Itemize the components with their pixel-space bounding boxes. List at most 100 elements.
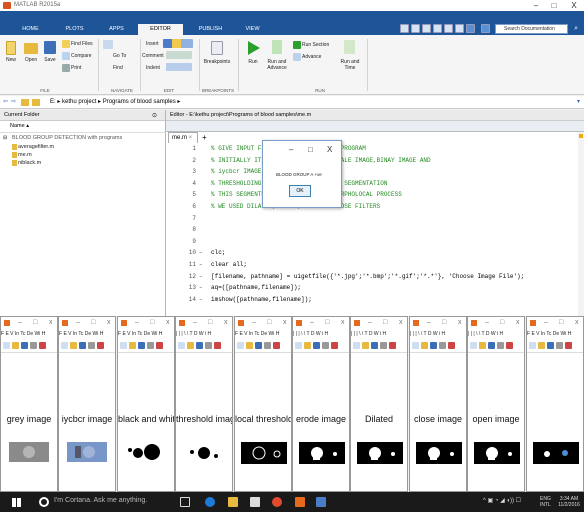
figure-menubar[interactable]: | | | \ \ T D W i H bbox=[468, 331, 524, 340]
up-folder-icon[interactable] bbox=[21, 99, 29, 106]
list-item[interactable]: me.m bbox=[18, 152, 32, 158]
run-button[interactable]: Run bbox=[243, 59, 263, 65]
search-documentation-input[interactable]: Search Documentation bbox=[495, 24, 568, 34]
line-number[interactable]: 1 bbox=[166, 143, 196, 154]
save-figure-icon[interactable] bbox=[430, 342, 437, 349]
figure-maximize-button[interactable]: □ bbox=[208, 319, 212, 326]
figure-close-button[interactable]: x bbox=[107, 319, 111, 326]
figure-menubar[interactable]: | | | \ \ T D W i H bbox=[176, 331, 232, 340]
file-explorer-icon[interactable] bbox=[228, 497, 238, 507]
new-figure-icon[interactable] bbox=[353, 342, 360, 349]
line-number[interactable]: 10 bbox=[166, 247, 196, 258]
run-and-time-button[interactable]: Run and Time bbox=[338, 59, 362, 71]
figure-minimize-button[interactable]: – bbox=[193, 319, 197, 326]
new-figure-icon[interactable] bbox=[3, 342, 10, 349]
figure-minimize-button[interactable]: – bbox=[135, 319, 139, 326]
edit-plot-icon[interactable] bbox=[97, 342, 104, 349]
indent-button[interactable]: Indent bbox=[146, 65, 160, 71]
figure-minimize-button[interactable]: – bbox=[368, 319, 372, 326]
figure-close-button[interactable]: x bbox=[516, 319, 520, 326]
line-number[interactable]: 14 bbox=[166, 294, 196, 305]
forward-arrow-icon[interactable]: ⇨ bbox=[11, 96, 16, 109]
help-icon[interactable] bbox=[481, 24, 490, 33]
maximize-window-button[interactable]: □ bbox=[546, 0, 562, 11]
save-button[interactable]: Save bbox=[41, 57, 59, 63]
figure-maximize-button[interactable]: □ bbox=[91, 319, 95, 326]
cut-quick-icon[interactable] bbox=[411, 24, 420, 33]
line-number[interactable]: 4 bbox=[166, 178, 196, 189]
save-figure-icon[interactable] bbox=[255, 342, 262, 349]
figure-menubar[interactable]: F E V In Tc De Wi H bbox=[59, 331, 115, 340]
cortana-icon[interactable] bbox=[39, 497, 49, 507]
figure-close-button[interactable]: x bbox=[166, 319, 170, 326]
save-figure-icon[interactable] bbox=[138, 342, 145, 349]
figure-maximize-button[interactable]: □ bbox=[500, 319, 504, 326]
figure-minimize-button[interactable]: – bbox=[427, 319, 431, 326]
figure-window[interactable]: – □ x F E V In Tc De Wi H iycbcr image bbox=[58, 316, 116, 492]
figure-minimize-button[interactable]: – bbox=[544, 319, 548, 326]
print-figure-icon[interactable] bbox=[497, 342, 504, 349]
code-line[interactable]: 7 bbox=[166, 213, 584, 224]
figure-maximize-button[interactable]: □ bbox=[383, 319, 387, 326]
figure-window[interactable]: – □ x | | | \ \ T D W i H close image bbox=[409, 316, 467, 492]
tab-editor[interactable]: EDITOR bbox=[138, 24, 183, 35]
code-line[interactable]: 10– clc; bbox=[166, 247, 584, 258]
list-item[interactable]: niblack.m bbox=[18, 160, 41, 166]
save-figure-icon[interactable] bbox=[371, 342, 378, 349]
search-icon[interactable]: ⌕ bbox=[574, 25, 578, 33]
open-figure-icon[interactable] bbox=[362, 342, 369, 349]
save-figure-icon[interactable] bbox=[21, 342, 28, 349]
figure-maximize-button[interactable]: □ bbox=[267, 319, 271, 326]
new-figure-icon[interactable] bbox=[295, 342, 302, 349]
code-line[interactable]: 2% INITIALLY IT CONVERTS INTO GREY SCALE… bbox=[166, 155, 584, 166]
open-button[interactable]: Open bbox=[22, 57, 40, 63]
figure-menubar[interactable]: | | | \ \ T D W i H bbox=[293, 331, 349, 340]
redo-quick-icon[interactable] bbox=[455, 24, 464, 33]
chrome-icon[interactable] bbox=[272, 497, 282, 507]
figure-window[interactable]: – □ x F E V In Tc De Wi H grey image bbox=[0, 316, 58, 492]
figure-close-button[interactable]: x bbox=[283, 319, 287, 326]
scrollbar[interactable] bbox=[578, 132, 584, 316]
comment-button[interactable]: Comment bbox=[142, 53, 164, 59]
minimize-window-button[interactable]: – bbox=[528, 0, 544, 11]
code-line[interactable]: 3 % iycbcr IMAGE bbox=[166, 166, 584, 177]
tab-plots[interactable]: PLOTS bbox=[52, 24, 97, 35]
line-number[interactable]: 9 bbox=[166, 236, 196, 247]
name-column-header[interactable]: Name ▴ bbox=[10, 123, 29, 129]
warning-indicator[interactable] bbox=[579, 134, 583, 138]
print-figure-icon[interactable] bbox=[322, 342, 329, 349]
open-figure-icon[interactable] bbox=[129, 342, 136, 349]
store-icon[interactable] bbox=[250, 497, 260, 507]
open-figure-icon[interactable] bbox=[12, 342, 19, 349]
figure-window[interactable]: – □ x F E V In Tc De Wi H local threshold im… bbox=[234, 316, 292, 492]
back-arrow-icon[interactable]: ⇦ bbox=[3, 96, 8, 109]
new-figure-icon[interactable] bbox=[412, 342, 419, 349]
clock[interactable]: 3:34 AM 11/2/2016 bbox=[556, 496, 582, 508]
figure-maximize-button[interactable]: □ bbox=[325, 319, 329, 326]
address-dropdown-icon[interactable]: ▾ bbox=[577, 96, 580, 109]
figure-menubar[interactable]: F E V In Tc De Wi H bbox=[118, 331, 174, 340]
task-view-icon[interactable] bbox=[180, 497, 190, 507]
code-line[interactable]: 14– imshow([pathname,filename]); bbox=[166, 294, 584, 305]
code-line[interactable]: 9 bbox=[166, 236, 584, 247]
edge-browser-icon[interactable] bbox=[205, 497, 215, 507]
open-figure-icon[interactable] bbox=[187, 342, 194, 349]
edit-plot-icon[interactable] bbox=[331, 342, 338, 349]
figure-window[interactable]: – □ x | | | \ \ T D W i H erode image bbox=[292, 316, 350, 492]
language-indicator[interactable]: ENG INTL bbox=[540, 496, 551, 508]
list-item[interactable]: BLOOD GROUP DETECTION with programs bbox=[12, 135, 122, 141]
figure-taskbar-icon[interactable] bbox=[316, 497, 326, 507]
tab-view[interactable]: VIEW bbox=[230, 24, 275, 35]
tab-apps[interactable]: APPS bbox=[94, 24, 139, 35]
advance-button[interactable]: Advance bbox=[302, 54, 321, 60]
new-figure-icon[interactable] bbox=[237, 342, 244, 349]
ok-button[interactable]: OK bbox=[289, 185, 311, 197]
figure-window[interactable]: – □ x | | | \ \ T D W i H threshold image bbox=[175, 316, 233, 492]
save-figure-icon[interactable] bbox=[196, 342, 203, 349]
figure-close-button[interactable]: x bbox=[224, 319, 228, 326]
tray-icons[interactable]: ^ ▣ ◔ ◢ ◖)) ☐ bbox=[483, 498, 521, 504]
line-number[interactable]: 11 bbox=[166, 259, 196, 270]
code-line[interactable]: 5% THIS SEGMENTED IMAGE IS SENT TO MORPH… bbox=[166, 189, 584, 200]
close-window-button[interactable]: X bbox=[566, 0, 582, 11]
dialog-maximize-button[interactable]: □ bbox=[308, 145, 313, 154]
